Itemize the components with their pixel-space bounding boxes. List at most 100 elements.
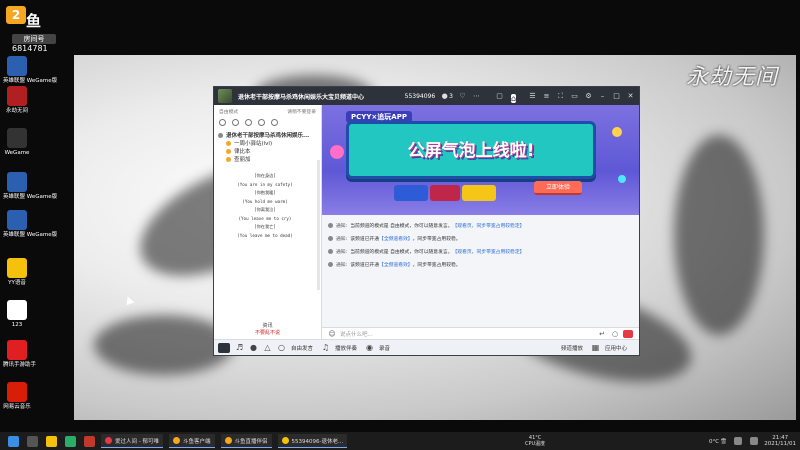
desktop-icon[interactable]: 腾讯手游助手 [3, 340, 36, 369]
desktop-icon[interactable]: WeGame [3, 128, 31, 157]
taskbar-window[interactable]: 斗鱼客户端 [168, 434, 215, 448]
more-icon[interactable]: ⋯ [472, 92, 481, 101]
desktop-icon[interactable]: 123 [3, 300, 31, 329]
desktop-icon-label: YY语音 [8, 280, 26, 286]
info-warning: 不要乱不说 [254, 330, 280, 336]
sidebar-scrollbar[interactable] [317, 160, 320, 290]
app-icon [7, 56, 27, 76]
banner-try-button[interactable]: 立即体验 [534, 181, 582, 195]
mic-icon[interactable]: ● [249, 343, 258, 352]
free-talk-label[interactable]: 自由发言 [291, 344, 313, 352]
app-center-label[interactable]: 应用中心 [605, 344, 627, 352]
record-icon[interactable]: ◉ [365, 343, 374, 352]
list-icon[interactable]: ☰ [528, 92, 537, 101]
weather[interactable]: 0°C 雪 [709, 437, 726, 445]
logo-mark: 2 [6, 6, 26, 24]
app-titlebar[interactable]: 退休老干部按摩马杀鸡休闲娱乐大宝贝频道中心 55394096 ● 3 ♡ ⋯ ▢… [214, 87, 639, 105]
cpu-label: CPU温度 [525, 441, 546, 447]
info-icon [328, 223, 333, 228]
channel-tree-item[interactable]: 一周小驿站(lvl) [218, 139, 317, 147]
promo-banner[interactable]: PCYY×追玩APP 公屏气泡上线啦! 立即体验 [322, 105, 639, 215]
mode-label[interactable]: 自由模式 [219, 108, 238, 115]
desktop-icon[interactable]: 英雄联盟 WeGame版 [3, 210, 57, 239]
menu-icon[interactable]: ≡ [542, 92, 551, 101]
lyrics-list: [你在身边] (You are in my safety) [你抱我暖] (You h… [214, 166, 302, 240]
desktop-icon[interactable]: 网易云音乐 [3, 382, 31, 411]
notice-label: 通知: [336, 250, 348, 255]
folder-icon[interactable] [46, 435, 57, 447]
user-count: 3 [449, 92, 453, 100]
settings-icon[interactable] [271, 119, 278, 126]
start-icon[interactable] [8, 435, 19, 447]
record-label[interactable]: 录音 [379, 344, 390, 352]
lyric-line: [你抱我暖] [254, 190, 276, 195]
notice-link[interactable]: 【全频道看效】 [379, 235, 413, 242]
minimize-icon[interactable]: – [598, 92, 607, 101]
emoji-icon[interactable]: ☺ [328, 330, 336, 338]
desktop-icon[interactable]: 英雄联盟 WeGame版 [3, 172, 57, 201]
tree-item-label: 律比本 [234, 149, 251, 155]
tree-node-icon [226, 140, 231, 146]
chat-input[interactable]: 说点什么吧... [340, 330, 373, 338]
tree-node-icon [226, 148, 231, 154]
gamepad-icon[interactable]: ⛶ [556, 92, 565, 101]
tree-item-label: 查丽加 [234, 157, 251, 163]
desktop-icon-label: 网易云音乐 [3, 404, 31, 410]
taskbar-window[interactable]: 55394096-退休老... [277, 434, 348, 448]
channel-main: PCYY×追玩APP 公屏气泡上线啦! 立即体验 通知: 当前频道的模式是 自由模… [322, 105, 639, 340]
desktop-icon[interactable]: 永劫无间 [3, 86, 31, 115]
tag-icon[interactable] [232, 119, 239, 126]
channel-avatar[interactable] [218, 89, 232, 103]
video-icon[interactable]: ▢ [495, 92, 504, 101]
channel-tree-item[interactable]: 查丽加 [218, 155, 317, 163]
channel-tree-item[interactable]: 退休老干部按摩马杀鸡休闲娱乐... [218, 131, 317, 139]
desktop-icon-label: WeGame [4, 150, 30, 156]
lyric-line: (You hold me warm) [242, 198, 288, 204]
wechat-icon[interactable] [65, 435, 76, 447]
system-tray: 0°C 雪 21:47 2021/11/01 [709, 432, 796, 450]
taskbar-window[interactable]: 斗鱼直播伴侣 [220, 434, 272, 448]
info-label[interactable]: 资讯 [214, 322, 321, 329]
maximize-icon[interactable]: □ [612, 92, 621, 101]
accompany-label[interactable]: 播放伴奏 [335, 344, 357, 352]
notice-label: 通知: [336, 263, 348, 268]
pin-icon[interactable] [245, 119, 252, 126]
clock-date: 2021/11/01 [764, 441, 796, 447]
settings-icon[interactable]: ⚙ [584, 92, 593, 101]
notice-tail: ，同步带宽占用较稳。 [412, 263, 461, 268]
desktop-icon[interactable]: 英雄联盟 WeGame版 [3, 56, 58, 85]
close-icon[interactable]: ✕ [626, 92, 635, 101]
desktop-icon[interactable]: YY语音 [3, 258, 31, 287]
channel-tree-item[interactable]: 律比本 [218, 147, 317, 155]
notice-link[interactable]: 【观看页，同步带宽占用较稳定】 [452, 248, 524, 255]
notice-item: 通知: 当前频道的模式是 自由模式，你可以随意发言。 【观看页，同步带宽占用较稳定】 [328, 245, 633, 258]
heart-icon[interactable]: ♡ [458, 92, 467, 101]
audio-settings-icon[interactable]: △ [263, 343, 272, 352]
volume-icon[interactable] [750, 437, 759, 445]
lyric-line: [你在身边] [254, 173, 276, 178]
notice-link[interactable]: 【观看页，同步带宽占用较稳定】 [452, 222, 524, 229]
home-tab[interactable]: ⌂ [509, 92, 518, 103]
filter-icon[interactable] [258, 119, 265, 126]
enter-icon[interactable]: ↵ [598, 330, 606, 338]
notice-link[interactable]: 【全频道看效】 [379, 261, 413, 268]
taskbar-window[interactable]: 爱过人间 - 郁可唯 [101, 434, 163, 448]
accompany-icon[interactable]: ♫ [321, 343, 330, 352]
mic-tile[interactable] [218, 342, 230, 353]
network-icon[interactable] [734, 437, 743, 445]
notice-text: 该频道已开通 [350, 237, 380, 242]
clock[interactable]: 21:47 2021/11/01 [764, 435, 796, 447]
channel-tree: 退休老干部按摩马杀鸡休闲娱乐... 一周小驿站(lvl) 律比本查丽加 [214, 128, 321, 166]
search-icon[interactable] [27, 435, 38, 447]
app-center-icon[interactable]: ▦ [591, 343, 600, 352]
desktop-icon-label: 英雄联盟 WeGame版 [3, 78, 58, 84]
send-button[interactable] [623, 330, 633, 338]
screen-icon[interactable]: ▭ [570, 92, 579, 101]
free-talk-icon[interactable]: ○ [277, 343, 286, 352]
search-icon[interactable] [219, 119, 226, 126]
app-icon[interactable] [84, 435, 95, 447]
bubble-icon[interactable]: ○ [611, 330, 619, 338]
channel-play-label[interactable]: 频道播放 [561, 344, 583, 352]
speaker-icon[interactable]: ♬ [235, 343, 244, 352]
taskbar-items: 爱过人间 - 郁可唯 斗鱼客户端 斗鱼直播伴侣 55394096-退休老... [95, 434, 348, 448]
